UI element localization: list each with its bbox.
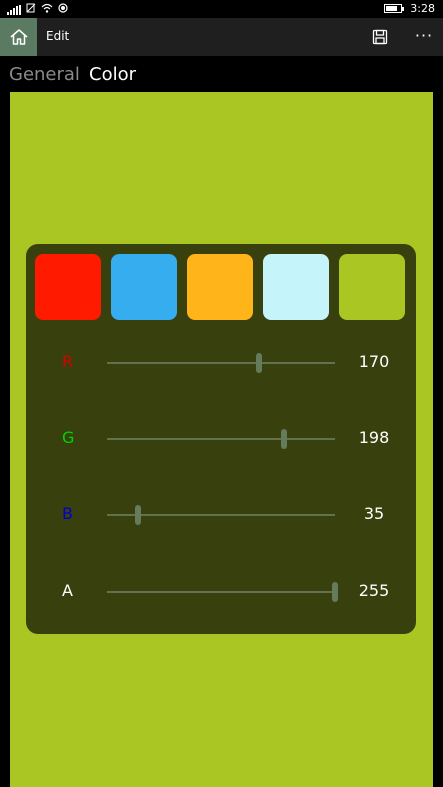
save-icon (372, 29, 388, 45)
channel-slider-thumb-r[interactable] (256, 353, 262, 373)
channel-label-a: A (62, 581, 73, 600)
app-bar: Edit ··· (0, 18, 443, 56)
channel-slider-g[interactable] (107, 438, 335, 440)
channel-slider-r[interactable] (107, 362, 335, 364)
channel-row-b: B 35 (26, 500, 416, 530)
channel-value-a: 255 (358, 581, 390, 600)
location-icon (58, 3, 68, 16)
color-swatch-blue[interactable] (111, 254, 177, 320)
channel-value-b: 35 (363, 504, 385, 523)
more-button[interactable]: ··· (413, 26, 435, 46)
color-swatch-light-cyan[interactable] (263, 254, 329, 320)
channel-value-r: 170 (358, 352, 390, 371)
channel-slider-b[interactable] (107, 514, 335, 516)
home-icon (10, 29, 27, 45)
clock: 3:28 (410, 2, 435, 15)
channel-slider-thumb-b[interactable] (135, 505, 142, 525)
save-button[interactable] (370, 27, 390, 47)
more-icon: ··· (414, 26, 434, 45)
channel-slider-a[interactable] (107, 591, 335, 593)
color-swatch-orange[interactable] (187, 254, 253, 320)
color-swatch-red[interactable] (35, 254, 101, 320)
channel-label-r: R (62, 352, 74, 371)
cellular-signal-icon (7, 4, 21, 15)
color-swatch-green[interactable] (339, 254, 405, 320)
channel-row-r: R 170 (26, 348, 416, 378)
home-button[interactable] (0, 18, 37, 56)
tab-general[interactable]: General (9, 64, 80, 85)
channel-row-a: A 255 (26, 577, 416, 607)
channel-slider-thumb-a[interactable] (332, 582, 338, 602)
wifi-icon (41, 3, 53, 16)
color-preview-area: R 170 G 198 B 35 A 255 (10, 92, 433, 787)
channel-row-g: G 198 (26, 424, 416, 454)
channel-value-g: 198 (358, 428, 390, 447)
channel-label-b: B (62, 504, 73, 523)
battery-icon (384, 4, 405, 13)
pivot-tabs: General Color (0, 56, 443, 92)
page-title: Edit (46, 29, 70, 43)
channel-label-g: G (62, 428, 75, 447)
color-editor-panel: R 170 G 198 B 35 A 255 (26, 244, 416, 634)
tab-color[interactable]: Color (89, 64, 136, 85)
status-bar: 3:28 (0, 0, 443, 18)
no-sim-icon (26, 3, 36, 16)
channel-slider-thumb-g[interactable] (281, 429, 288, 449)
